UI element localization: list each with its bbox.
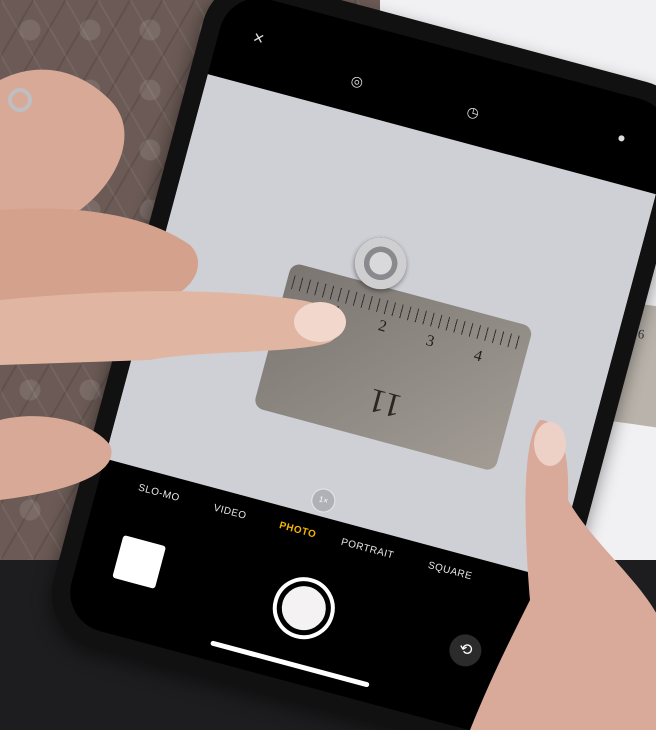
zoom-button[interactable]: 1× bbox=[308, 485, 339, 516]
scene: 4 5 6 10 ✕ ◎ ◷ ● 1 2 3 4 11 bbox=[0, 0, 656, 730]
mode-video[interactable]: VIDEO bbox=[212, 503, 247, 522]
ruler-ticks bbox=[290, 275, 523, 351]
mode-portrait[interactable]: PORTRAIT bbox=[340, 537, 395, 562]
shutter-button[interactable] bbox=[265, 570, 342, 647]
camera-flip-icon[interactable]: ⟲ bbox=[445, 630, 485, 671]
photo-thumbnail[interactable] bbox=[112, 535, 167, 589]
ruler-number: 4 bbox=[471, 346, 485, 366]
flash-off-icon[interactable]: ✕ bbox=[251, 29, 266, 48]
timer-icon[interactable]: ◷ bbox=[465, 103, 481, 123]
ruler-big-number: 11 bbox=[364, 380, 406, 425]
steel-ruler: 1 2 3 4 11 bbox=[253, 262, 534, 472]
mode-square[interactable]: SQUARE bbox=[427, 560, 474, 582]
ruler-number: 1 bbox=[330, 302, 343, 322]
filter-icon[interactable]: ● bbox=[616, 129, 628, 147]
mode-photo[interactable]: PHOTO bbox=[278, 520, 317, 540]
ruler-number: 3 bbox=[424, 332, 437, 351]
ruler-number: 2 bbox=[376, 317, 389, 336]
mode-slo-mo[interactable]: SLO-MO bbox=[137, 482, 181, 504]
live-photo-icon[interactable]: ◎ bbox=[349, 72, 365, 92]
shutter-inner bbox=[276, 581, 331, 636]
